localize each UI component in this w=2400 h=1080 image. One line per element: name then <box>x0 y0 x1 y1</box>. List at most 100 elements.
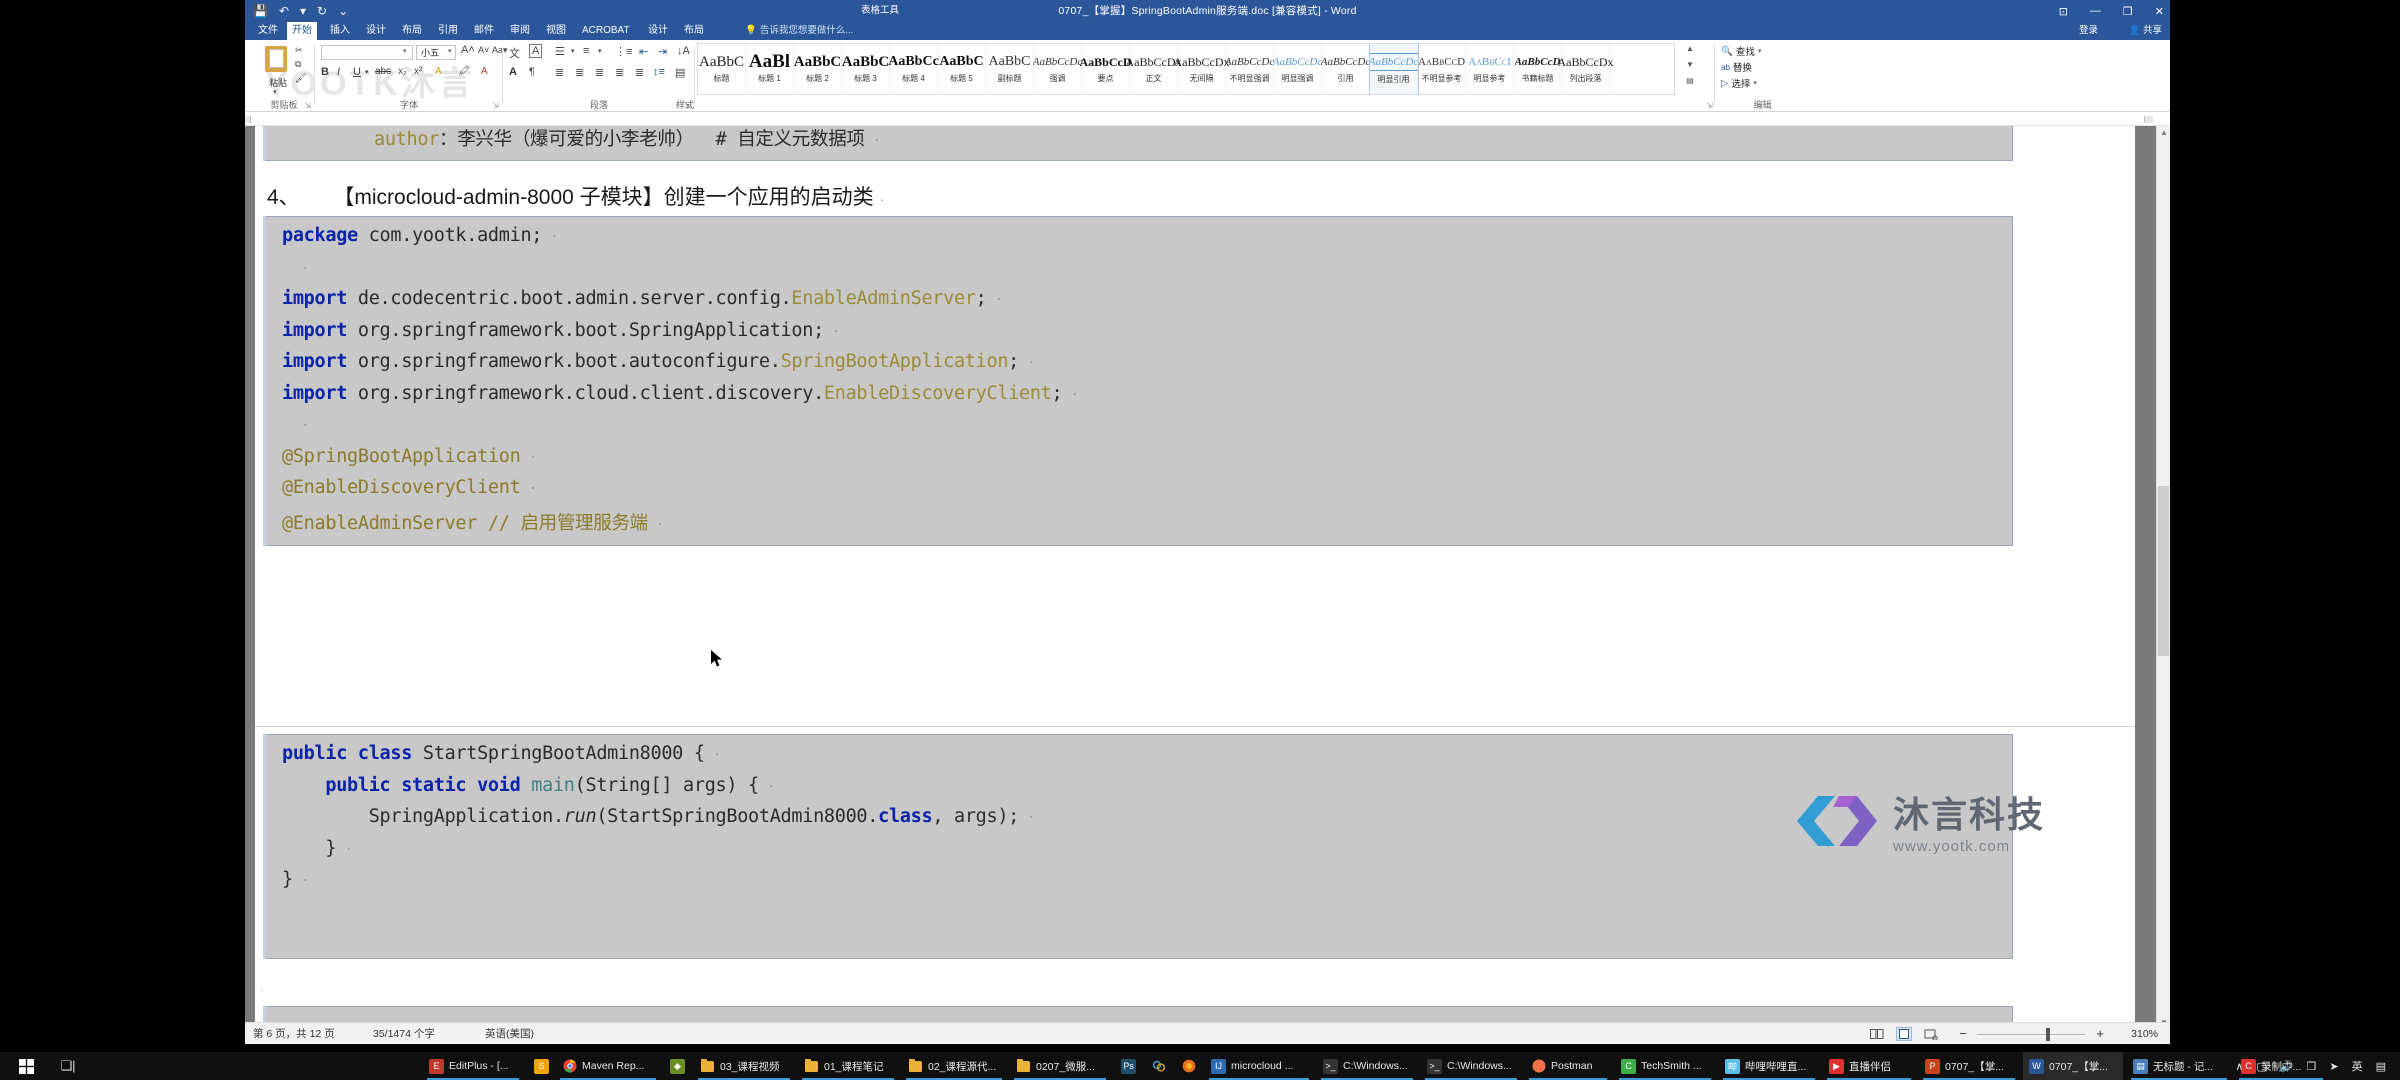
style-item-2[interactable]: AaBbC 标题 2 <box>794 44 842 94</box>
shrink-font-icon[interactable]: A˅ <box>478 45 489 55</box>
bold-icon[interactable]: B <box>321 66 329 78</box>
styles-gallery[interactable]: AaBbC 标题 AaBl 标题 1 AaBbC 标题 2 AaBbC 标题 3 AaBbCc 标… <box>697 43 1675 95</box>
zoom-slider-thumb[interactable] <box>2046 1028 2050 1041</box>
code-block-author[interactable]: author：李兴华（爆可爱的小李老帅） # 自定义元数据项 · <box>263 126 2013 161</box>
ribbon-tab-1[interactable]: 开始 <box>287 22 317 40</box>
style-item-4[interactable]: AaBbCc 标题 4 <box>888 44 939 94</box>
style-item-12[interactable]: AaBbCcDc 明显强调 <box>1273 44 1322 94</box>
style-item-13[interactable]: AaBbCcDc 引用 <box>1321 44 1370 94</box>
style-item-5[interactable]: AaBbC 标题 5 <box>938 44 986 94</box>
code-block-2[interactable]: public class StartSpringBootAdmin8000 { … <box>263 734 2013 959</box>
taskbar-item-9[interactable] <box>1145 1052 1171 1080</box>
bullets-dropdown-icon[interactable]: ▾ <box>571 47 575 55</box>
volume-icon[interactable]: 🔊 <box>2280 1060 2294 1073</box>
taskbar-item-14[interactable]: Postman <box>1525 1052 1611 1080</box>
paintbrush-icon[interactable]: 🖌 <box>295 73 306 84</box>
find-dropdown-icon[interactable]: ▾ <box>1758 47 1762 55</box>
ribbon-tab-4[interactable]: 布局 <box>397 22 427 40</box>
sign-in-button[interactable]: 登录 <box>2079 22 2098 40</box>
taskbar-item-6[interactable]: 02_课程源代... <box>902 1052 1006 1080</box>
style-item-9[interactable]: AaBbCcDx 正文 <box>1126 44 1182 94</box>
ribbon-tab-7[interactable]: 审阅 <box>505 22 535 40</box>
web-layout-icon[interactable] <box>1923 1027 1939 1041</box>
numbering-icon[interactable]: ≡ <box>583 45 589 57</box>
language-indicator[interactable]: 英语(美国) <box>485 1023 534 1044</box>
style-item-10[interactable]: AaBbCcDx 无间隔 <box>1174 44 1230 94</box>
share-button[interactable]: 👤 共享 <box>2129 22 2163 40</box>
select-button[interactable]: ▷ 选择 ▾ <box>1721 76 1757 91</box>
code-block-1[interactable]: package com.yootk.admin; · · import de.co… <box>263 216 2013 546</box>
bullets-icon[interactable]: ☰ <box>555 45 565 58</box>
line-spacing-icon[interactable]: ↕≡ <box>653 66 665 78</box>
replace-button[interactable]: ab 替换 <box>1721 60 1752 75</box>
distribute-icon[interactable]: ≣ <box>635 66 644 79</box>
text-effects-icon[interactable]: A <box>435 66 442 77</box>
scroll-down-icon[interactable]: ▼ <box>1683 60 1697 76</box>
action-center-icon[interactable]: ▤ <box>2376 1060 2386 1073</box>
align-center-icon[interactable]: ≣ <box>575 66 584 79</box>
close-icon[interactable]: ✕ <box>2155 5 2164 18</box>
clipboard-tray-icon[interactable]: ❐ <box>2307 1060 2317 1073</box>
zoom-out-icon[interactable]: − <box>1959 1023 1967 1044</box>
taskbar-item-12[interactable]: >_ C:\Windows... <box>1317 1052 1417 1080</box>
style-item-15[interactable]: AaBbCcD 不明显参考 <box>1418 44 1466 94</box>
zoom-slider-track[interactable] <box>1977 1034 2085 1035</box>
character-border-icon[interactable]: A <box>529 44 543 58</box>
ime-icon[interactable]: 英 <box>2352 1058 2363 1074</box>
increase-indent-icon[interactable]: ⇥ <box>658 45 667 58</box>
taskbar-item-16[interactable]: 哔哔哩哔哩直... <box>1719 1052 1819 1080</box>
decrease-indent-icon[interactable]: ⇤ <box>639 45 648 58</box>
taskbar-item-4[interactable]: 03_课程视频 <box>694 1052 794 1080</box>
send-icon[interactable]: ➤ <box>2329 1060 2338 1073</box>
read-mode-icon[interactable] <box>1869 1027 1885 1041</box>
tell-me-box[interactable]: 💡 告诉我您想要做什么... <box>745 22 853 40</box>
underline-icon[interactable]: U <box>353 66 361 78</box>
style-item-14[interactable]: AaBbCcDc 明显引用 <box>1368 44 1419 94</box>
sort-icon[interactable]: ↓A <box>677 45 690 57</box>
style-item-6[interactable]: AaBbC 副标题 <box>986 44 1034 94</box>
windows-start-icon[interactable] <box>8 1052 44 1080</box>
minimize-icon[interactable]: — <box>2090 5 2101 17</box>
taskbar-item-18[interactable]: P 0707_【掌... <box>1919 1052 2019 1080</box>
style-item-3[interactable]: AaBbC 标题 3 <box>842 44 890 94</box>
maximize-icon[interactable]: ❐ <box>2123 5 2133 18</box>
style-item-1[interactable]: AaBl 标题 1 <box>746 44 794 94</box>
ribbon-tab-8[interactable]: 视图 <box>541 22 571 40</box>
task-view-icon[interactable]: ❏| <box>52 1052 84 1080</box>
more-styles-icon[interactable]: ▤ <box>1683 76 1697 93</box>
underline-dropdown-icon[interactable]: ▾ <box>365 68 369 76</box>
style-item-7[interactable]: AaBbCcDc 强调 <box>1033 44 1082 94</box>
justify-icon[interactable]: ≣ <box>615 66 624 79</box>
styles-dialog-launcher-icon[interactable]: ⇲ <box>1706 101 1713 110</box>
taskbar-item-17[interactable]: ▶ 直播伴侣 <box>1823 1052 1915 1080</box>
ribbon-display-options-icon[interactable]: ⊡ <box>2059 5 2068 18</box>
paste-label[interactable]: 粘贴 <box>259 76 297 89</box>
zoom-level[interactable]: 310% <box>2131 1023 2158 1044</box>
taskbar-item-11[interactable]: IJ microcloud ... <box>1205 1052 1313 1080</box>
taskbar-item-5[interactable]: 01_课程笔记 <box>798 1052 898 1080</box>
print-layout-icon[interactable] <box>1896 1027 1912 1041</box>
ribbon-tab-2[interactable]: 插入 <box>325 22 355 40</box>
align-right-icon[interactable]: ≣ <box>595 66 604 79</box>
find-button[interactable]: 🔍 查找 ▾ <box>1721 44 1762 59</box>
superscript-icon[interactable]: x² <box>414 66 422 77</box>
page-indicator[interactable]: 第 6 页，共 12 页 <box>253 1023 335 1044</box>
taskbar-item-20[interactable]: ▤ 无标题 - 记... <box>2127 1052 2231 1080</box>
scissors-icon[interactable]: ✂ <box>295 45 303 56</box>
vertical-scroll-thumb[interactable] <box>2158 486 2169 656</box>
style-item-0[interactable]: AaBbC 标题 <box>698 44 746 94</box>
taskbar-item-0[interactable]: E EditPlus - [... <box>423 1052 523 1080</box>
shading-icon[interactable]: A <box>509 66 517 78</box>
multilevel-list-icon[interactable]: ⋮≡ <box>615 45 632 58</box>
ribbon-tab-10[interactable]: 设计 <box>643 22 673 40</box>
taskbar-item-10[interactable] <box>1175 1052 1201 1080</box>
subscript-icon[interactable]: x₂ <box>398 66 407 77</box>
network-icon[interactable]: ▢ <box>2256 1060 2266 1073</box>
style-item-18[interactable]: AaBbCcDx 列出段落 <box>1558 44 1614 94</box>
style-item-11[interactable]: AaBbCcDc 不明显强调 <box>1225 44 1274 94</box>
strikethrough-icon[interactable]: abc <box>375 66 391 77</box>
font-name-dropdown-icon[interactable]: ▾ <box>403 47 407 55</box>
italic-icon[interactable]: I <box>337 66 340 78</box>
show-hidden-icons-chevron[interactable]: ∧ <box>2235 1060 2243 1073</box>
taskbar-item-19[interactable]: W 0707_【掌... <box>2023 1052 2123 1080</box>
